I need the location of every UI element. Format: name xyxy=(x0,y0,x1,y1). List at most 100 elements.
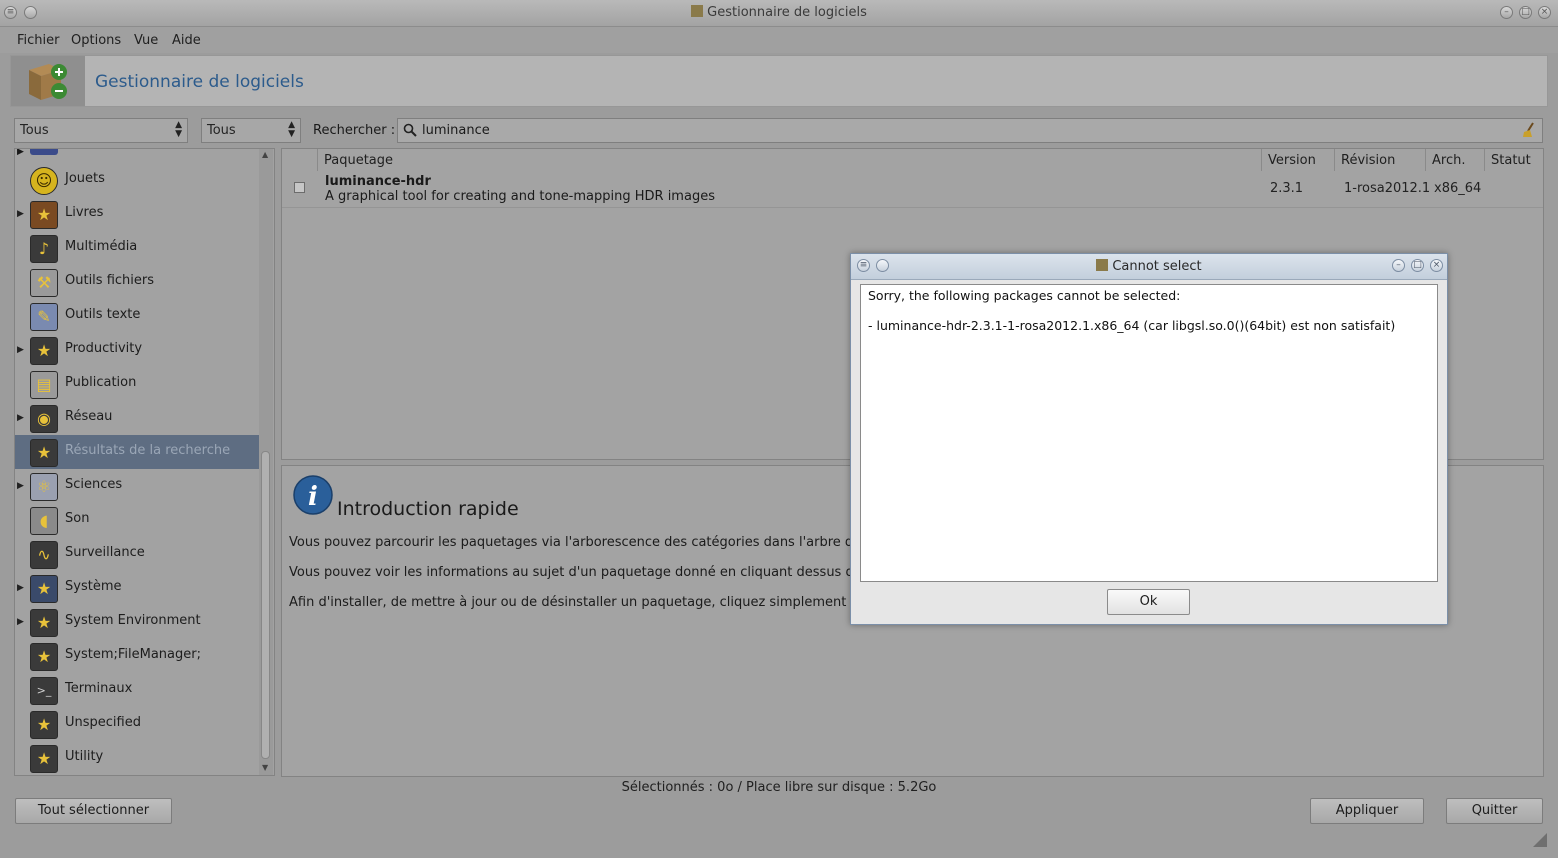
maximize-icon[interactable]: □ xyxy=(1519,6,1532,19)
category-item[interactable]: ★ Unspecified xyxy=(15,707,259,741)
dialog-message-box: Sorry, the following packages cannot be … xyxy=(860,284,1438,582)
category-tree[interactable]: ▶ ☺ Jouets ▶ ★ Livres ♪ Multimédia ⚒ Outils fich… xyxy=(14,148,275,776)
category-item[interactable]: ★ Utility xyxy=(15,741,259,775)
dialog-message-line-1: Sorry, the following packages cannot be … xyxy=(868,288,1181,303)
category-item[interactable]: ∿ Surveillance xyxy=(15,537,259,571)
header-version[interactable]: Version xyxy=(1262,149,1335,171)
package-revision: 1-rosa2012.1 xyxy=(1344,181,1431,196)
search-input[interactable]: luminance xyxy=(397,118,1543,143)
category-label: System Environment xyxy=(65,613,201,628)
star-monitor-icon: ★ xyxy=(30,711,58,739)
star-monitor-icon: ★ xyxy=(30,643,58,671)
package-checkbox[interactable] xyxy=(294,182,305,193)
menu-vue[interactable]: Vue xyxy=(134,33,158,48)
category-item[interactable]: ◖ Son xyxy=(15,503,259,537)
scroll-up-icon[interactable]: ▲ xyxy=(262,150,268,159)
category-label: Son xyxy=(65,511,90,526)
resize-grip-icon[interactable] xyxy=(1533,833,1547,847)
category-label: Réseau xyxy=(65,409,113,424)
info-paragraph-2: Vous pouvez voir les informations au suj… xyxy=(289,565,924,580)
scrollbar-thumb[interactable] xyxy=(261,451,270,759)
category-item[interactable]: >_ Terminaux xyxy=(15,673,259,707)
menu-aide[interactable]: Aide xyxy=(172,33,201,48)
dialog-app-icon xyxy=(1096,259,1109,271)
package-version: 2.3.1 xyxy=(1270,181,1304,196)
menu-options[interactable]: Options xyxy=(71,33,121,48)
text-tools-icon: ✎ xyxy=(30,303,58,331)
dialog-maximize-icon[interactable]: □ xyxy=(1411,259,1424,272)
category-label: Unspecified xyxy=(65,715,141,730)
dialog-minimize-icon[interactable]: – xyxy=(1392,259,1405,272)
expand-arrow-icon[interactable]: ▶ xyxy=(17,617,24,627)
scroll-down-icon[interactable]: ▼ xyxy=(262,763,268,772)
system-icon: ★ xyxy=(30,575,58,603)
multimedia-icon: ♪ xyxy=(30,235,58,263)
star-monitor-icon: ★ xyxy=(30,439,58,467)
status-text: Sélectionnés : 0o / Place libre sur disq… xyxy=(621,780,937,795)
category-label: Surveillance xyxy=(65,545,145,560)
category-label: Terminaux xyxy=(65,681,133,696)
category-item[interactable]: ★ System;FileManager; xyxy=(15,639,259,673)
dialog-message-line-2: - luminance-hdr-2.3.1-1-rosa2012.1.x86_6… xyxy=(868,318,1396,333)
header-arch[interactable]: Arch. xyxy=(1426,149,1485,171)
category-item[interactable]: ★ Résultats de la recherche xyxy=(15,435,259,469)
category-label: System;FileManager; xyxy=(65,647,201,662)
category-item[interactable]: ⚒ Outils fichiers xyxy=(15,265,259,299)
ok-button[interactable]: Ok xyxy=(1107,589,1190,615)
combo-arrows-icon: ▲ ▼ xyxy=(288,120,295,139)
header-revision[interactable]: Révision xyxy=(1335,149,1426,171)
expand-arrow-icon[interactable]: ▶ xyxy=(17,209,24,219)
dialog-titlebar: ≡ Cannot select – □ × xyxy=(851,254,1447,280)
status-filter-combo[interactable]: Tous ▲ ▼ xyxy=(201,118,301,143)
category-label: Utility xyxy=(65,749,104,764)
info-icon: i xyxy=(293,475,333,515)
package-name: luminance-hdr xyxy=(325,174,431,189)
category-item[interactable]: ▶ ★ System Environment xyxy=(15,605,259,639)
expand-arrow-icon[interactable]: ▶ xyxy=(17,481,24,491)
terminal-icon: >_ xyxy=(30,677,58,705)
category-item[interactable]: ▶ ⚛ Sciences xyxy=(15,469,259,503)
info-paragraph-1: Vous pouvez parcourir les paquetages via… xyxy=(289,535,918,550)
expand-arrow-icon[interactable]: ▶ xyxy=(17,413,24,423)
expand-arrow-icon[interactable]: ▶ xyxy=(17,149,24,157)
close-icon[interactable]: × xyxy=(1538,6,1551,19)
star-monitor-icon: ★ xyxy=(30,337,58,365)
smiley-icon: ☺ xyxy=(30,167,58,195)
cannot-select-dialog: ≡ Cannot select – □ × Sorry, the followi… xyxy=(850,253,1448,625)
menu-fichier[interactable]: Fichier xyxy=(17,33,60,48)
category-item[interactable]: ♪ Multimédia xyxy=(15,231,259,265)
select-all-button[interactable]: Tout sélectionner xyxy=(15,798,172,824)
category-item[interactable]: ✎ Outils texte xyxy=(15,299,259,333)
category-item[interactable]: ▤ Publication xyxy=(15,367,259,401)
expand-arrow-icon[interactable]: ▶ xyxy=(17,583,24,593)
minimize-icon[interactable]: – xyxy=(1500,6,1513,19)
science-icon: ⚛ xyxy=(30,473,58,501)
file-tools-icon: ⚒ xyxy=(30,269,58,297)
expand-arrow-icon[interactable]: ▶ xyxy=(17,345,24,355)
table-row[interactable]: luminance-hdr A graphical tool for creat… xyxy=(282,171,1543,208)
category-item[interactable]: ▶ ★ Livres xyxy=(15,197,259,231)
header-package[interactable]: Paquetage xyxy=(318,149,1262,171)
svg-text:i: i xyxy=(308,482,318,512)
info-heading: Introduction rapide xyxy=(337,498,519,520)
category-item[interactable]: ▶ ◉ Réseau xyxy=(15,401,259,435)
category-label: Publication xyxy=(65,375,137,390)
category-item[interactable]: ☺ Jouets xyxy=(15,163,259,197)
info-paragraph-3: Afin d'installer, de mettre à jour ou de… xyxy=(289,595,938,610)
header-status[interactable]: Statut xyxy=(1485,149,1543,171)
quit-button[interactable]: Quitter xyxy=(1446,798,1543,824)
category-filter-combo[interactable]: Tous ▲ ▼ xyxy=(14,118,188,143)
dialog-close-icon[interactable]: × xyxy=(1430,259,1443,272)
header-checkbox-col[interactable] xyxy=(282,149,318,171)
category-scrollbar[interactable]: ▲ ▼ xyxy=(259,149,273,775)
search-icon xyxy=(403,123,417,137)
banner-title: Gestionnaire de logiciels xyxy=(95,72,304,92)
category-label: Résultats de la recherche xyxy=(65,443,231,458)
menubar: Fichier Options Vue Aide xyxy=(0,27,1558,53)
clear-broom-icon[interactable] xyxy=(1522,122,1536,138)
category-item[interactable]: ▶ ★ Productivity xyxy=(15,333,259,367)
apply-button[interactable]: Appliquer xyxy=(1310,798,1424,824)
category-item[interactable]: ▶ ★ Système xyxy=(15,571,259,605)
book-icon: ★ xyxy=(30,201,58,229)
window-title: Gestionnaire de logiciels xyxy=(0,5,1558,20)
